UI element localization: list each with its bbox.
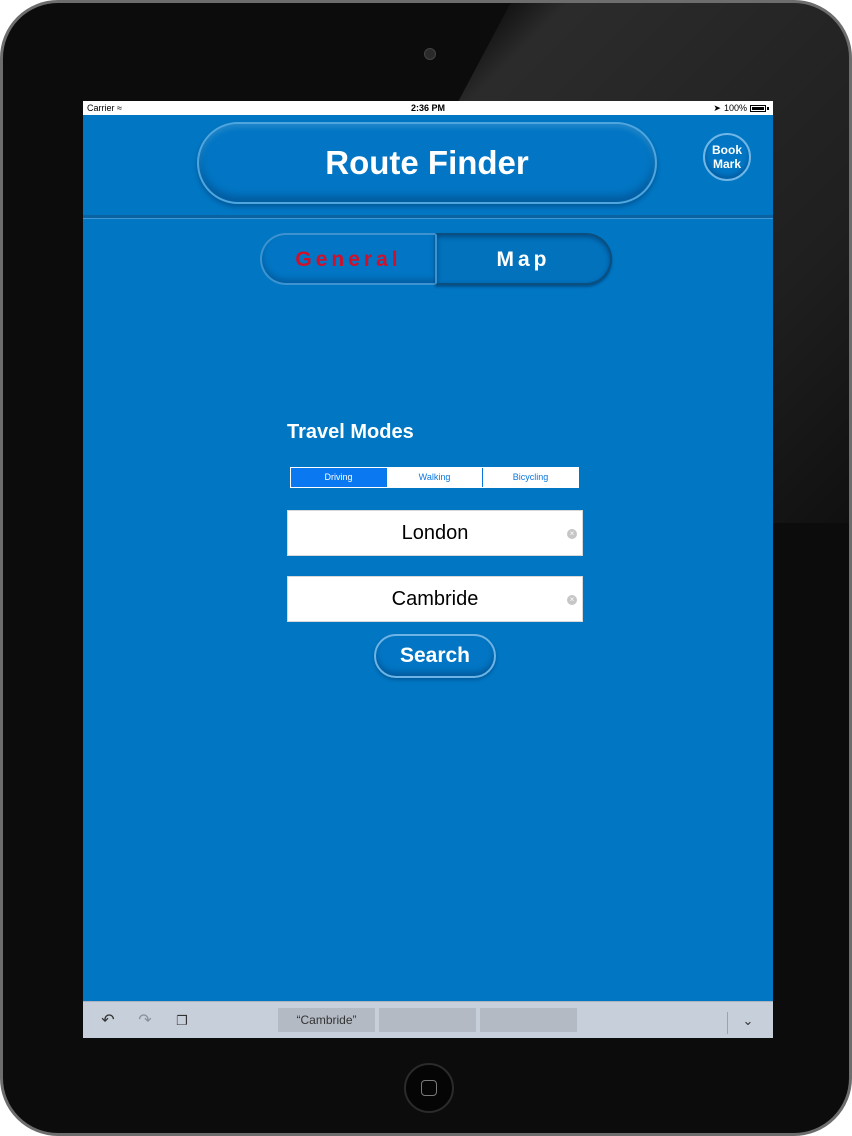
location-arrow-icon: ➤: [713, 103, 721, 113]
ipad-bezel: Carrier ≈ 2:36 PM ➤ 100% Route Finder Bo…: [0, 0, 852, 1136]
tab-general[interactable]: General: [260, 233, 435, 285]
origin-clear-icon[interactable]: ×: [567, 529, 577, 539]
home-button-icon: [421, 1080, 437, 1096]
app-screen: Carrier ≈ 2:36 PM ➤ 100% Route Finder Bo…: [83, 101, 773, 1038]
undo-icon[interactable]: ↶: [99, 1012, 117, 1030]
search-button[interactable]: Search: [374, 634, 496, 678]
keyboard-bar-separator: [727, 1012, 728, 1034]
origin-field-container: ×: [287, 510, 583, 556]
bookmark-button[interactable]: Book Mark: [703, 133, 751, 181]
bookmark-label-line1: Book: [712, 143, 742, 157]
front-camera: [424, 48, 436, 60]
status-time: 2:36 PM: [410, 103, 445, 113]
travel-modes-heading: Travel Modes: [287, 421, 414, 443]
battery-cap: [767, 106, 769, 110]
suggestion-1[interactable]: “Cambride”: [278, 1008, 375, 1032]
chevron-down-icon[interactable]: ⌄: [739, 1012, 757, 1030]
origin-field[interactable]: [288, 511, 582, 555]
destination-field-container: ×: [287, 576, 583, 622]
mode-driving[interactable]: Driving: [291, 468, 387, 487]
travel-mode-selector: Driving Walking Bicycling: [290, 467, 579, 488]
suggestion-3[interactable]: [480, 1008, 577, 1032]
suggestion-2[interactable]: [379, 1008, 476, 1032]
destination-field[interactable]: [288, 577, 582, 621]
status-bar: Carrier ≈ 2:36 PM ➤ 100%: [83, 101, 773, 115]
paste-icon[interactable]: ❐: [173, 1012, 191, 1030]
mode-walking[interactable]: Walking: [387, 468, 483, 487]
keyboard-shortcut-bar: ↶ ↷ ❐ “Cambride” ⌄: [83, 1001, 773, 1038]
redo-icon[interactable]: ↷: [136, 1012, 154, 1030]
status-right: ➤ 100%: [713, 101, 769, 115]
bookmark-label-line2: Mark: [712, 157, 741, 171]
destination-clear-icon[interactable]: ×: [567, 595, 577, 605]
header-divider: [83, 215, 773, 219]
home-button[interactable]: [404, 1063, 454, 1113]
tab-map[interactable]: Map: [435, 233, 612, 285]
battery-icon: [750, 104, 766, 112]
mode-bicycling[interactable]: Bicycling: [483, 468, 578, 487]
battery-percent: 100%: [723, 103, 747, 113]
page-title: Route Finder: [197, 122, 657, 204]
view-tabs: General Map: [260, 233, 612, 287]
